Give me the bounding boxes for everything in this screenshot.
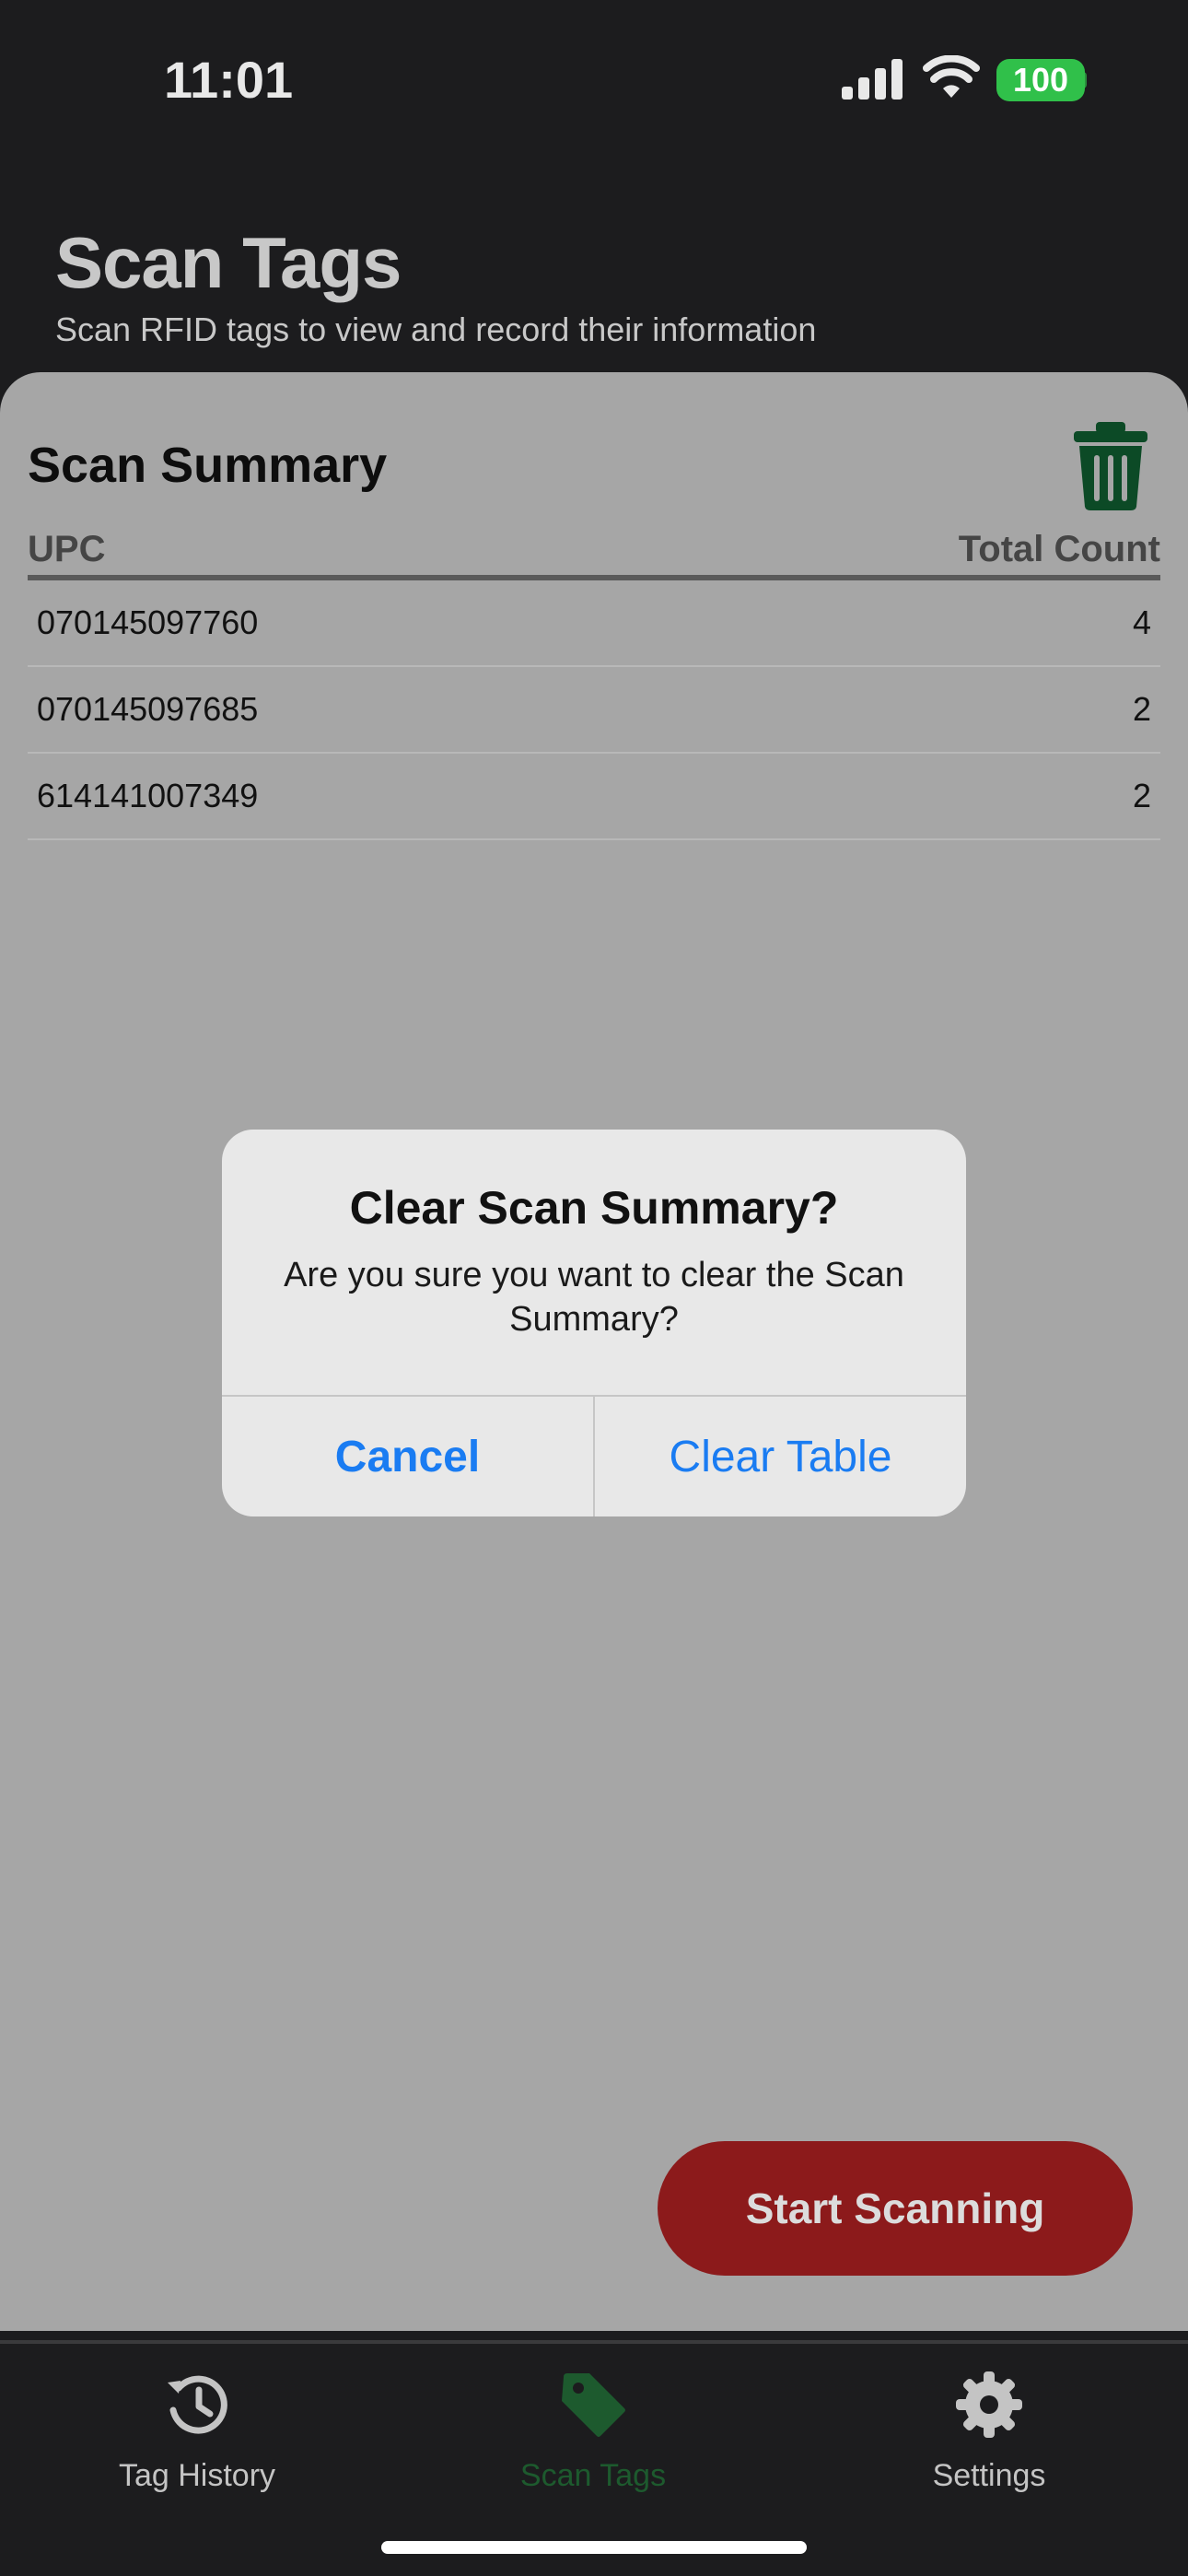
summary-table: UPC Total Count 070145097760 4 070145097…	[28, 529, 1160, 840]
page-subtitle: Scan RFID tags to view and record their …	[55, 310, 817, 348]
battery-tip	[1079, 72, 1087, 88]
battery-icon: 100	[996, 59, 1085, 101]
history-icon	[168, 2375, 227, 2434]
home-indicator	[381, 2541, 807, 2554]
row-count: 4	[1132, 603, 1151, 641]
tab-label: Tag History	[118, 2458, 276, 2493]
status-time: 11:01	[164, 51, 294, 109]
tab-label: Scan Tags	[519, 2458, 667, 2493]
row-count: 2	[1132, 777, 1151, 814]
table-header: UPC Total Count	[28, 529, 1160, 580]
wifi-icon	[923, 55, 980, 98]
tab-scan-tags[interactable]: Scan Tags	[455, 2368, 731, 2494]
column-upc: UPC	[28, 529, 106, 569]
tag-icon	[562, 2373, 625, 2437]
page-title: Scan Tags	[55, 222, 402, 303]
trash-icon[interactable]	[1070, 420, 1151, 512]
status-bar: 11:01 100	[0, 0, 1188, 147]
tab-label: Settings	[932, 2458, 1046, 2493]
tab-settings[interactable]: Settings	[851, 2368, 1127, 2494]
alert-message: Are you sure you want to clear the Scan …	[284, 1256, 904, 1339]
cancel-button[interactable]: Cancel	[222, 1397, 593, 1516]
row-upc: 614141007349	[37, 777, 259, 814]
gear-icon	[956, 2371, 1022, 2438]
summary-title: Scan Summary	[28, 438, 388, 493]
row-upc: 070145097760	[37, 603, 259, 641]
column-total-count: Total Count	[958, 529, 1160, 569]
battery-level: 100	[1012, 61, 1069, 99]
signal-icon	[842, 59, 903, 100]
start-scanning-button[interactable]: Start Scanning	[658, 2141, 1133, 2276]
row-count: 2	[1132, 690, 1151, 728]
row-upc: 070145097685	[37, 690, 259, 728]
table-row: 070145097760 4	[28, 580, 1160, 667]
tab-tag-history[interactable]: Tag History	[59, 2368, 335, 2494]
alert-title: Clear Scan Summary?	[349, 1182, 839, 1234]
clear-table-button[interactable]: Clear Table	[595, 1397, 966, 1516]
table-row: 070145097685 2	[28, 667, 1160, 754]
table-row: 614141007349 2	[28, 754, 1160, 840]
clear-summary-alert: Clear Scan Summary? Are you sure you wan…	[222, 1130, 966, 1516]
page-header: Scan Tags Scan RFID tags to view and rec…	[55, 221, 816, 349]
